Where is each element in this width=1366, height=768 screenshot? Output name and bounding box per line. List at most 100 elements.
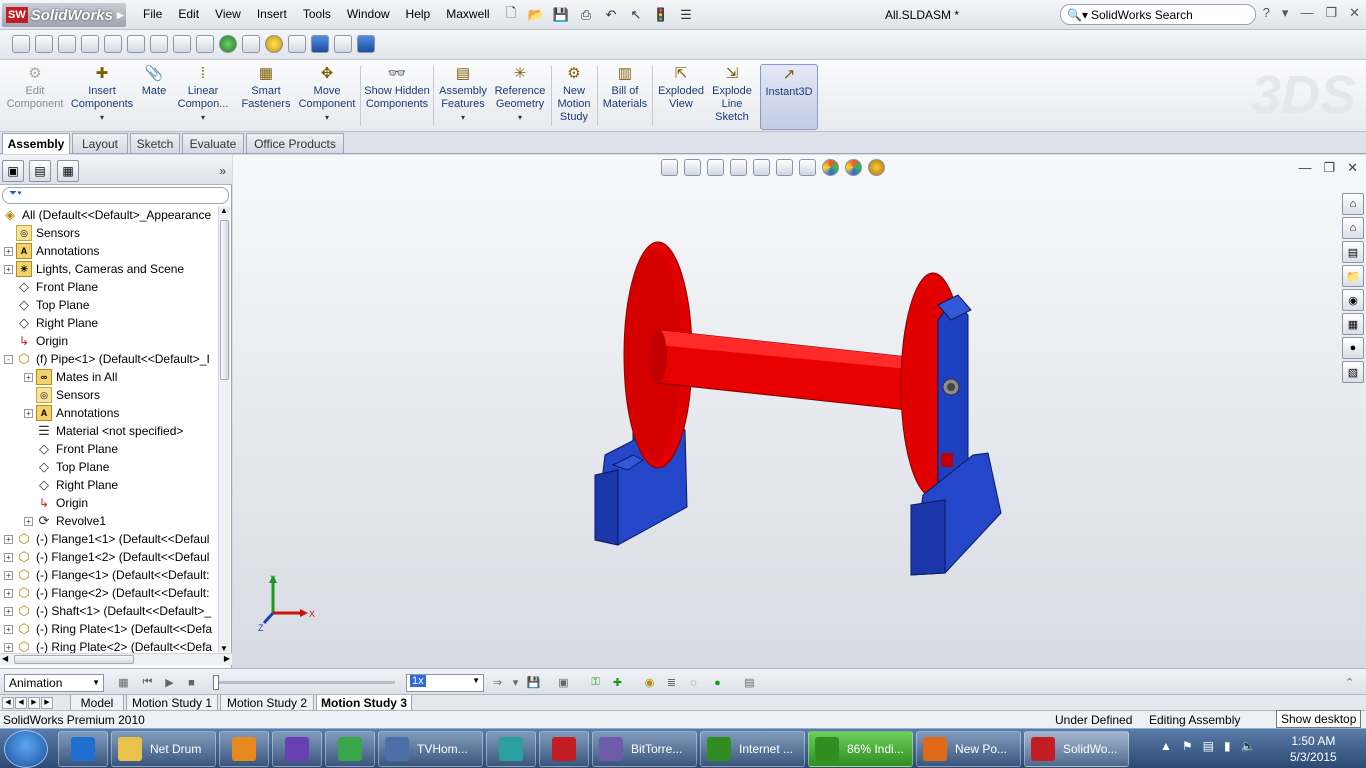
play-from-start-icon[interactable]: ⏮ xyxy=(140,675,155,690)
taskbar-item[interactable]: 86% Indi... xyxy=(808,731,913,767)
select-pointer-icon[interactable]: ↖ xyxy=(625,5,647,25)
print-icon[interactable]: ⎙ xyxy=(575,5,597,25)
taskbar-item[interactable]: Net Drum xyxy=(111,731,216,767)
design-library-icon[interactable]: ▤ xyxy=(1342,241,1364,263)
scroll-thumb[interactable] xyxy=(220,220,229,380)
play-icon[interactable]: ▶ xyxy=(162,675,177,690)
expand-icon[interactable]: + xyxy=(4,570,13,580)
expand-icon[interactable]: + xyxy=(4,534,13,544)
tree-item[interactable]: + A Annotations xyxy=(4,242,99,260)
taskbar-item[interactable]: Internet ... xyxy=(700,731,805,767)
spring-icon[interactable]: ≣ xyxy=(664,675,679,690)
expand-icon[interactable]: + xyxy=(4,552,13,562)
restore-icon[interactable]: ❐ xyxy=(1325,5,1337,21)
menu-maxwell[interactable]: Maxwell xyxy=(438,7,497,21)
dynamic-annotation-icon[interactable] xyxy=(104,35,122,53)
prev-tab-icon[interactable]: ◀ xyxy=(15,697,27,709)
bill-of-materials-button[interactable]: ▥ Bill of Materials xyxy=(601,64,649,130)
shaded-icon[interactable] xyxy=(311,35,329,53)
tab-motion-study-1[interactable]: Motion Study 1 xyxy=(126,695,218,711)
motor-icon[interactable]: ◉ xyxy=(642,675,657,690)
taskbar-item[interactable]: BitTorre... xyxy=(592,731,697,767)
help-dropdown-icon[interactable]: ▾ xyxy=(1282,5,1289,21)
taskbar-item[interactable] xyxy=(58,731,108,767)
tab-motion-study-2[interactable]: Motion Study 2 xyxy=(220,695,314,711)
search-box[interactable]: 🔍▾ SolidWorks Search xyxy=(1060,4,1256,25)
smart-fasteners-button[interactable]: ▦ Smart Fasteners xyxy=(238,64,294,130)
filter-icon[interactable]: ⏷▾ xyxy=(9,188,22,199)
tree-item[interactable]: + ⬡ (-) Shaft<1> (Default<<Default>_ xyxy=(4,602,211,620)
rebuild-icon[interactable]: 🚦 xyxy=(650,5,672,25)
tab-evaluate[interactable]: Evaluate xyxy=(182,133,244,153)
expand-icon[interactable]: + xyxy=(24,372,33,382)
scroll-left-icon[interactable]: ◀ xyxy=(2,654,8,663)
view-orientation-icon[interactable] xyxy=(127,35,145,53)
taskbar-item[interactable]: SolidWo... xyxy=(1024,731,1129,767)
appearance-icon[interactable] xyxy=(219,35,237,53)
feature-manager-tab-icon[interactable]: ▣ xyxy=(2,160,24,182)
tree-root[interactable]: ◈ All (Default<<Default>_Appearance xyxy=(2,206,211,224)
expand-icon[interactable]: + xyxy=(4,588,13,598)
open-icon[interactable]: 📂 xyxy=(525,5,547,25)
display-style-icon[interactable] xyxy=(150,35,168,53)
tree-horizontal-scrollbar[interactable]: ◀ ▶ xyxy=(0,653,232,665)
new-motion-study-button[interactable]: ⚙ New Motion Study xyxy=(555,64,593,130)
tree-item[interactable]: ↳ Origin xyxy=(4,332,68,350)
dropdown-arrow-icon[interactable]: ▾ xyxy=(325,111,329,124)
menu-help[interactable]: Help xyxy=(398,7,439,21)
expand-panel-icon[interactable]: » xyxy=(219,164,226,178)
next-tab-icon[interactable]: ▶ xyxy=(28,697,40,709)
slider-knob[interactable] xyxy=(213,675,219,690)
clock[interactable]: 1:50 AM 5/3/2015 xyxy=(1290,733,1337,765)
logo-menu-arrow-icon[interactable]: ▶ xyxy=(117,10,124,21)
help-icon[interactable]: ? xyxy=(1263,5,1270,21)
move-component-button[interactable]: ✥ Move Component ▾ xyxy=(297,64,357,130)
appearances-icon[interactable]: ● xyxy=(1342,337,1364,359)
tree-item[interactable]: + ∞ Mates in All xyxy=(24,368,117,386)
tree-item[interactable]: + ⬡ (-) Flange1<2> (Default<<Defaul xyxy=(4,548,209,566)
network-icon[interactable]: ▤ xyxy=(1203,739,1214,753)
scroll-right-icon[interactable]: ▶ xyxy=(224,654,230,663)
tree-item[interactable]: + ⬡ (-) Ring Plate<1> (Default<<Defa xyxy=(4,620,212,638)
assembly-features-button[interactable]: ▤ Assembly Features ▾ xyxy=(437,64,489,130)
dropdown-arrow-icon[interactable]: ▾ xyxy=(518,111,522,124)
instant3d-button[interactable]: ↗ Instant3D xyxy=(760,64,818,130)
study-type-select[interactable]: Animation ▼ xyxy=(4,674,104,692)
playback-mode-icon[interactable]: ⇒ xyxy=(490,675,505,690)
dropdown-arrow-icon[interactable]: ▾ xyxy=(201,111,205,124)
first-tab-icon[interactable]: ◀ xyxy=(2,697,14,709)
tab-model[interactable]: Model xyxy=(70,695,124,711)
taskbar-item[interactable]: New Po... xyxy=(916,731,1021,767)
expand-icon[interactable]: + xyxy=(24,408,33,418)
tree-item[interactable]: ◇ Top Plane xyxy=(4,296,89,314)
tree-item[interactable]: ↳ Origin xyxy=(24,494,88,512)
results-plots-icon[interactable]: ▤ xyxy=(742,675,757,690)
undo-icon[interactable]: ↶ xyxy=(600,5,622,25)
tree-item[interactable]: + A Annotations xyxy=(24,404,119,422)
tab-motion-study-3[interactable]: Motion Study 3 xyxy=(316,695,412,711)
tree-item[interactable]: ☰ Material <not specified> xyxy=(24,422,183,440)
configuration-manager-tab-icon[interactable]: ▦ xyxy=(57,160,79,182)
custom-properties-icon[interactable]: ▧ xyxy=(1342,361,1364,383)
menu-tools[interactable]: Tools xyxy=(295,7,339,21)
tree-item[interactable]: + ⬡ (-) Flange<2> (Default<<Default: xyxy=(4,584,209,602)
close-icon[interactable]: ✕ xyxy=(1349,5,1360,21)
add-key-icon[interactable]: ✚ xyxy=(610,675,625,690)
tree-item[interactable]: ◇ Top Plane xyxy=(24,458,109,476)
previous-view-icon[interactable] xyxy=(58,35,76,53)
explode-line-sketch-button[interactable]: ⇲ Explode Line Sketch xyxy=(709,64,755,130)
menu-window[interactable]: Window xyxy=(339,7,398,21)
shadows-icon[interactable] xyxy=(288,35,306,53)
menu-insert[interactable]: Insert xyxy=(249,7,295,21)
scene-icon[interactable] xyxy=(242,35,260,53)
expand-icon[interactable]: + xyxy=(4,624,13,634)
taskbar-item[interactable] xyxy=(325,731,375,767)
mate-button[interactable]: 📎 Mate xyxy=(138,64,170,130)
start-button[interactable] xyxy=(4,730,48,768)
calculate-icon[interactable]: ▦ xyxy=(116,675,131,690)
wireframe-icon[interactable] xyxy=(334,35,352,53)
file-explorer-icon[interactable]: 📁 xyxy=(1342,265,1364,287)
tree-item[interactable]: + ⬡ (-) Flange1<1> (Default<<Defaul xyxy=(4,530,209,548)
animation-wizard-icon[interactable]: ▣ xyxy=(556,675,571,690)
taskbar-item[interactable] xyxy=(539,731,589,767)
